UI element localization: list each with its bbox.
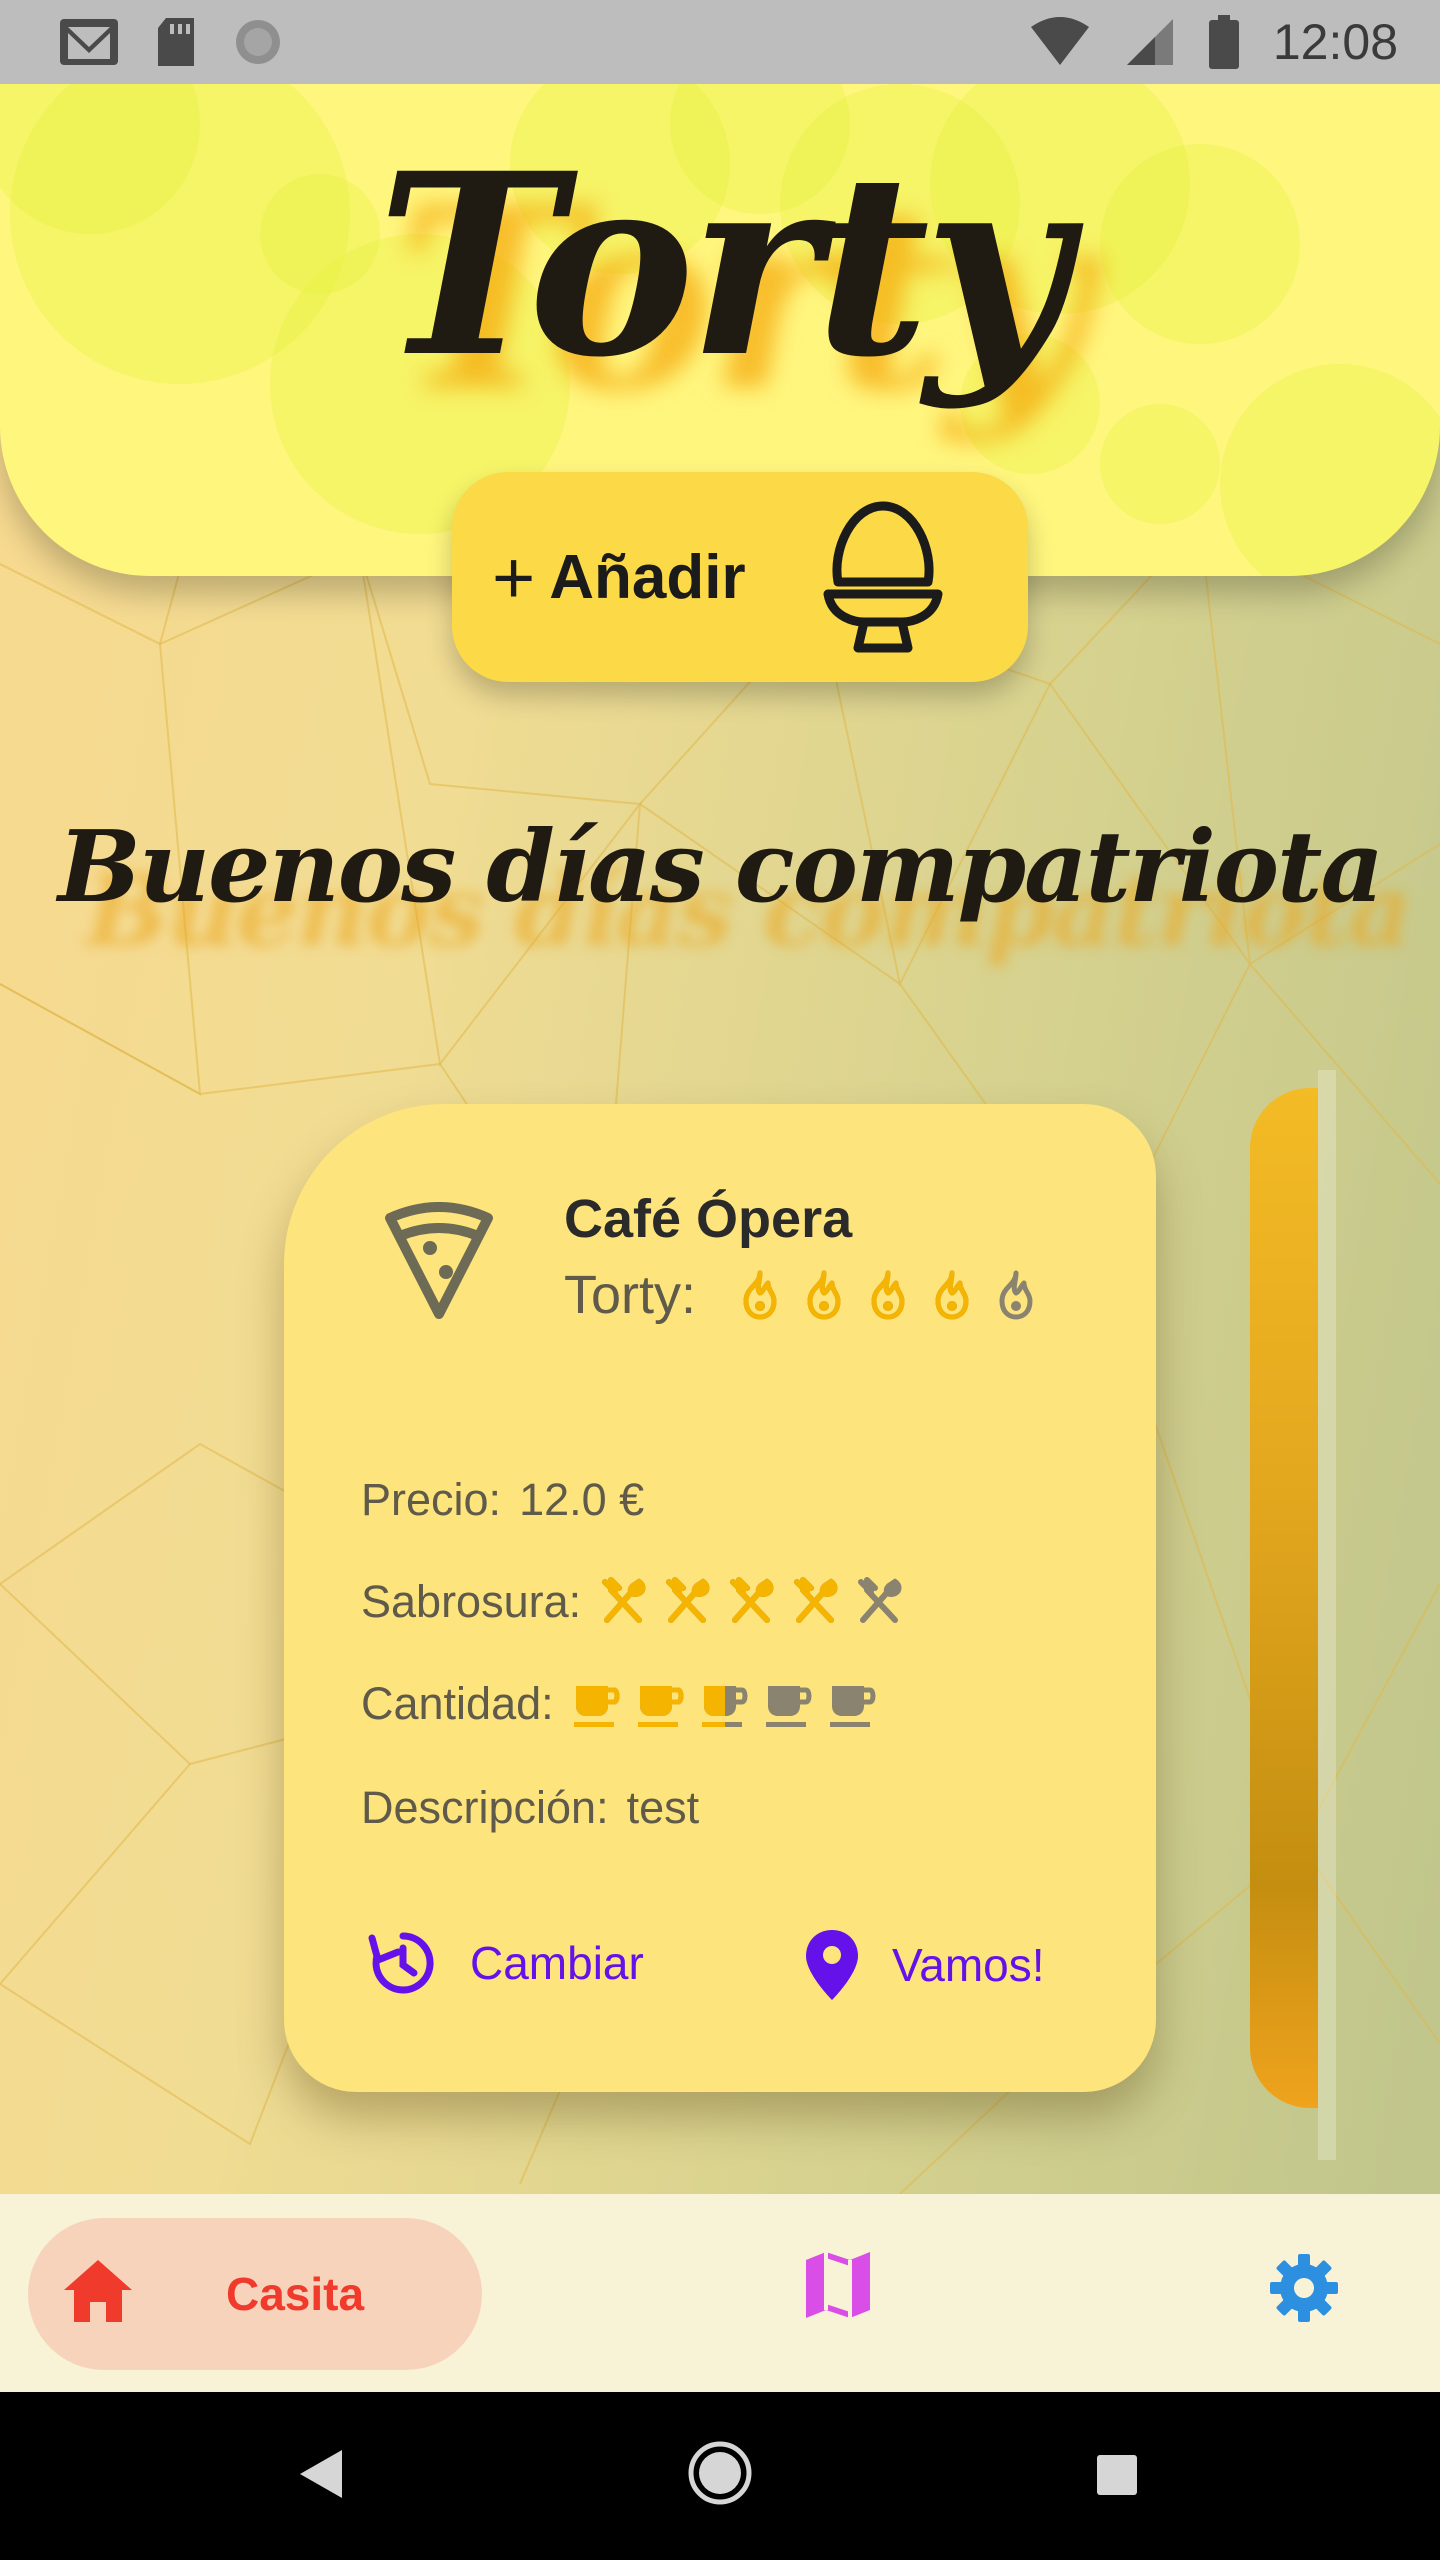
taste-rating — [599, 1576, 905, 1628]
description-row: Descripción: test — [361, 1782, 699, 1834]
change-button[interactable]: Cambiar — [368, 1928, 644, 1998]
quantity-rating — [572, 1678, 878, 1730]
price-value: 12.0 € — [519, 1474, 645, 1525]
nav-item-home[interactable]: Casita — [28, 2218, 482, 2370]
flame-icon — [999, 1270, 1033, 1320]
change-label: Cambiar — [470, 1937, 644, 1989]
add-plus-icon: + — [492, 535, 536, 619]
cutlery-icon — [858, 1577, 902, 1623]
go-label: Vamos! — [892, 1939, 1045, 1991]
add-button[interactable]: + Añadir — [452, 472, 1028, 682]
status-bar-notifications — [58, 16, 284, 68]
egg-icon — [823, 501, 943, 653]
description-value: test — [626, 1782, 700, 1833]
place-card[interactable]: Café Ópera Torty: Precio: 12.0 € Sabrosu… — [284, 1104, 1156, 2092]
cup-icon — [765, 1686, 812, 1727]
battery-icon — [1208, 15, 1239, 69]
bottom-navigation: Casita — [0, 2194, 1440, 2392]
cutlery-icon — [794, 1577, 838, 1623]
flame-icon — [935, 1270, 969, 1320]
back-icon[interactable] — [298, 2448, 344, 2500]
go-button[interactable]: Vamos! — [804, 1928, 1045, 2002]
taste-row: Sabrosura: — [361, 1576, 905, 1628]
pizza-slice-icon — [385, 1202, 493, 1319]
greeting-text: Buenos días compatriota — [58, 810, 1384, 925]
home-circle-icon[interactable] — [687, 2440, 753, 2506]
price-label: Precio: — [361, 1474, 502, 1525]
signal-icon — [1126, 19, 1173, 65]
status-time: 12:08 — [1272, 14, 1398, 70]
status-bar: 12:08 — [0, 0, 1440, 84]
home-icon — [64, 2260, 132, 2322]
gmail-icon — [60, 19, 118, 65]
cup-icon — [637, 1686, 684, 1727]
status-bar-system: 12:08 — [1029, 13, 1398, 71]
cutlery-icon — [730, 1577, 774, 1623]
quantity-row: Cantidad: — [361, 1678, 878, 1730]
next-card-preview[interactable] — [1250, 1088, 1318, 2108]
add-button-label: Añadir — [549, 542, 746, 612]
wifi-icon — [1030, 17, 1089, 65]
app-title: Torty — [376, 118, 1070, 412]
system-navigation-bar — [0, 2392, 1440, 2560]
torty-label: Torty: — [564, 1265, 697, 1325]
sd-card-icon — [158, 18, 194, 66]
sync-icon — [236, 20, 280, 64]
torty-rating-row: Torty: — [564, 1264, 1042, 1326]
cup-icon — [829, 1686, 876, 1727]
nav-home-label: Casita — [226, 2268, 365, 2320]
flame-icon — [807, 1270, 841, 1320]
add-button-label-group: + Añadir — [492, 472, 746, 682]
torty-rating — [736, 1269, 1042, 1321]
taste-label: Sabrosura: — [361, 1576, 582, 1627]
place-name: Café Ópera — [564, 1189, 853, 1249]
recent-apps-icon[interactable] — [1096, 2454, 1138, 2496]
flame-icon — [743, 1270, 777, 1320]
cup-icon — [701, 1686, 748, 1727]
cutlery-icon — [602, 1577, 646, 1623]
price-row: Precio: 12.0 € — [361, 1474, 644, 1526]
location-pin-icon — [806, 1930, 858, 2000]
cup-icon — [573, 1686, 620, 1727]
refresh-clock-icon — [368, 1932, 434, 1994]
carousel-edge — [1318, 1070, 1336, 2160]
quantity-label: Cantidad: — [361, 1678, 554, 1729]
map-icon[interactable] — [804, 2250, 872, 2320]
flame-icon — [871, 1270, 905, 1320]
cutlery-icon — [666, 1577, 710, 1623]
settings-icon[interactable] — [1268, 2252, 1340, 2324]
description-label: Descripción: — [361, 1782, 609, 1833]
